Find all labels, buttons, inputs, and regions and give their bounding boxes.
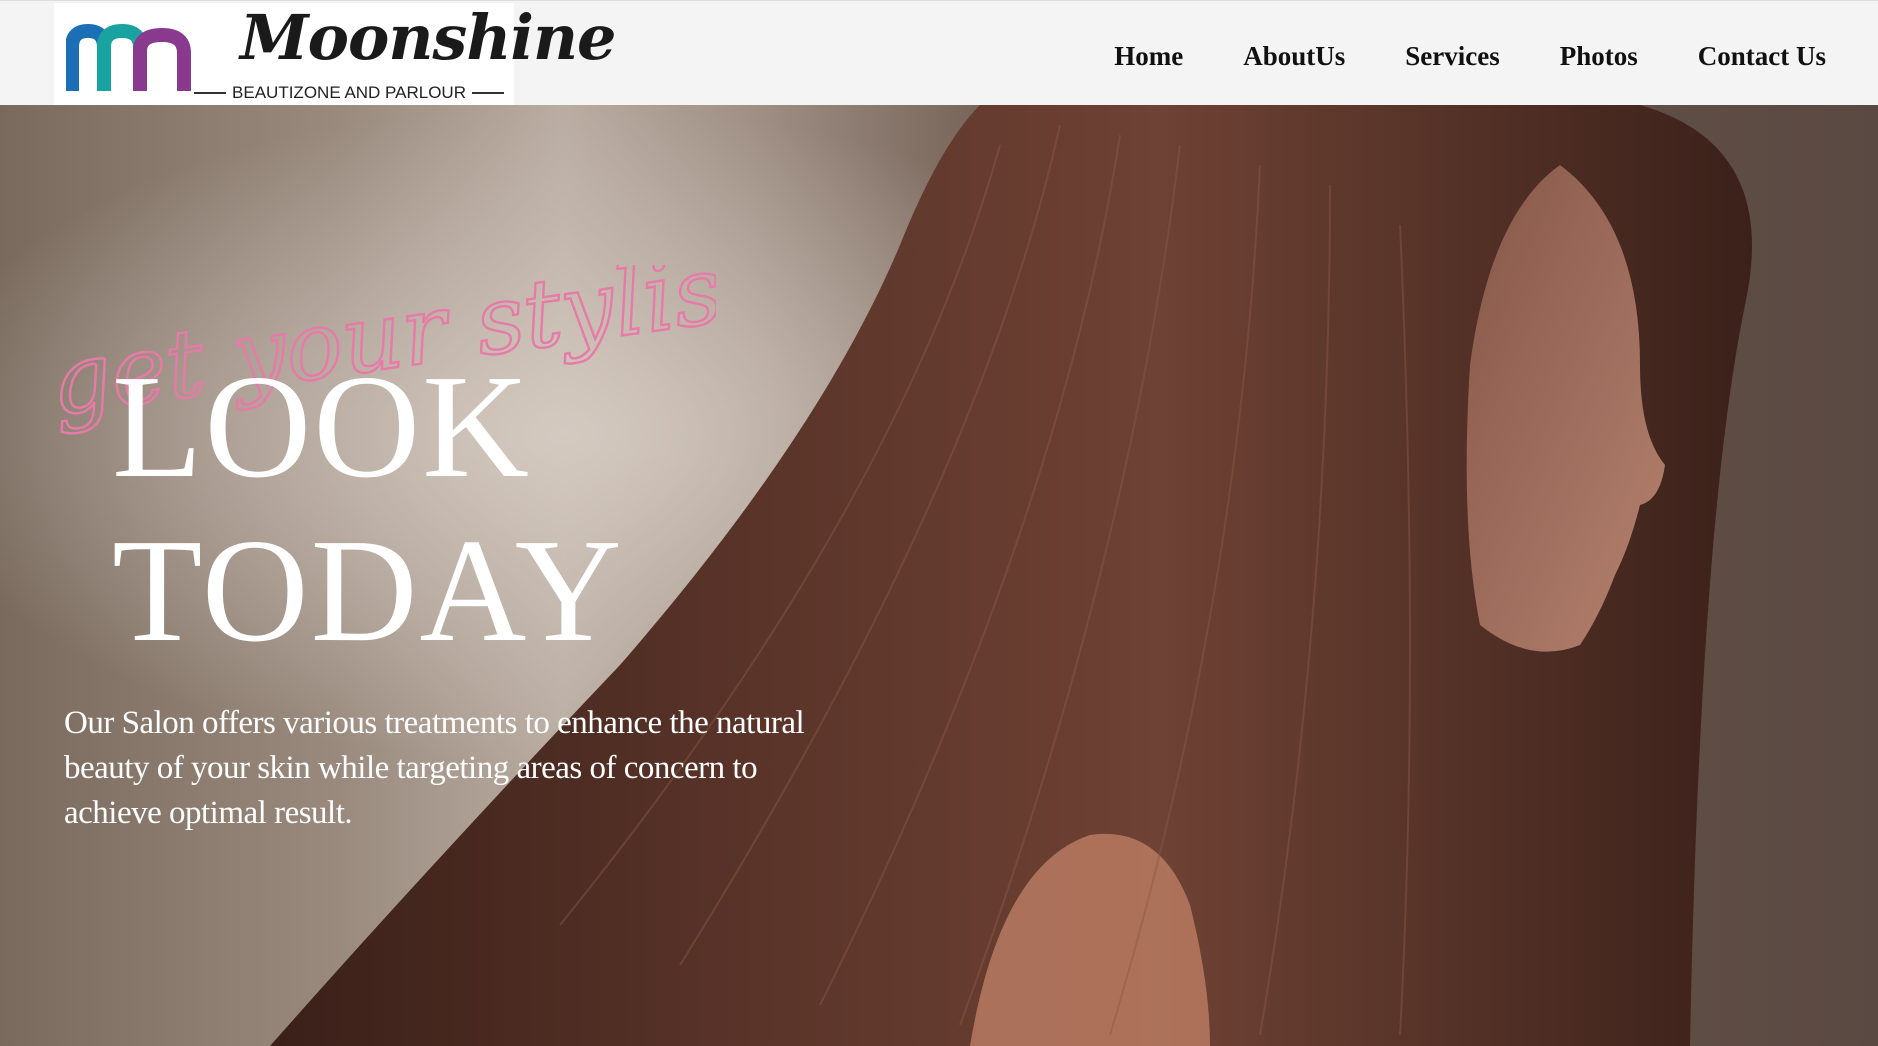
headline-today: TODAY xyxy=(112,509,624,673)
headline-look: LOOK xyxy=(112,345,532,509)
tagline-rule-left xyxy=(194,92,227,94)
tagline-rule-right xyxy=(471,92,505,94)
nav-services[interactable]: Services xyxy=(1405,41,1499,72)
nav-contact-us[interactable]: Contact Us xyxy=(1698,41,1826,72)
brand-tagline-text: BEAUTIZONE AND PARLOUR xyxy=(232,83,466,102)
brand-tagline: BEAUTIZONE AND PARLOUR xyxy=(194,83,505,103)
brand-logo[interactable]: Moonshine BEAUTIZONE AND PARLOUR xyxy=(54,3,616,105)
main-nav: Home AboutUs Services Photos Contact Us xyxy=(1114,41,1826,72)
hero-banner: get your stylish LOOK TODAY Our Salon of… xyxy=(0,105,1878,1046)
hero-description: Our Salon offers various treatments to e… xyxy=(64,705,805,831)
nav-photos[interactable]: Photos xyxy=(1560,41,1638,72)
brand-name: Moonshine xyxy=(240,1,616,74)
nav-about-us[interactable]: AboutUs xyxy=(1243,41,1345,72)
nav-home[interactable]: Home xyxy=(1114,41,1183,72)
top-navbar: Moonshine BEAUTIZONE AND PARLOUR Home Ab… xyxy=(0,0,1878,105)
